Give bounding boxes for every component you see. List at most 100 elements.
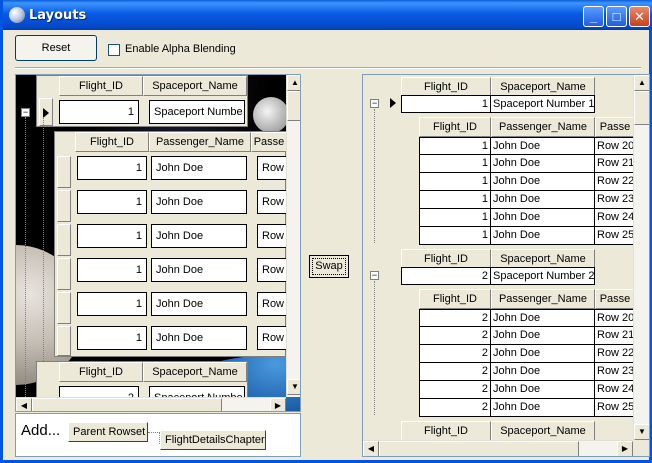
child-cell-flight-id[interactable]: 1 — [77, 326, 147, 350]
child-header-passenger-name[interactable]: Passenger_Name — [491, 289, 595, 309]
collapse-icon[interactable]: − — [370, 99, 379, 108]
child-cell-passenger-row[interactable]: Row 25 — [595, 399, 635, 417]
scroll-up-icon[interactable]: ▲ — [634, 75, 649, 91]
child-cell-passenger-name[interactable]: John Doe — [491, 309, 595, 327]
child-cell-passenger-name[interactable]: John Doe — [491, 363, 595, 381]
child-row-selector[interactable] — [57, 156, 71, 188]
header-spaceport-name[interactable]: Spaceport_Name — [491, 77, 595, 97]
child-cell-passenger-row[interactable]: Row — [257, 190, 287, 214]
scroll-thumb[interactable] — [634, 91, 649, 125]
title-bar[interactable]: Layouts _ □ ✕ — [3, 0, 652, 30]
child-header-passenger-row[interactable]: Passe — [595, 117, 635, 137]
child-header-flight-id[interactable]: Flight_ID — [419, 289, 491, 309]
child-cell-passenger-row[interactable]: Row 20 — [595, 309, 635, 327]
child-row-selector[interactable] — [57, 190, 71, 222]
header-flight-id[interactable]: Flight_ID — [401, 249, 491, 269]
alpha-blending-checkbox[interactable] — [108, 44, 120, 56]
scroll-left-icon[interactable]: ◀ — [16, 398, 32, 411]
child-cell-flight-id[interactable]: 1 — [419, 155, 491, 173]
child-cell-passenger-name[interactable]: John Doe — [151, 292, 247, 316]
reset-button[interactable]: Reset — [15, 35, 97, 61]
scroll-down-icon[interactable]: ▼ — [287, 379, 300, 395]
child-row-selector[interactable] — [57, 326, 71, 356]
child-cell-flight-id[interactable]: 2 — [419, 345, 491, 363]
header-flight-id[interactable]: Flight_ID — [59, 362, 143, 382]
child-cell-passenger-row[interactable]: Row 20 — [595, 137, 635, 155]
minimize-button[interactable]: _ — [583, 6, 604, 27]
scroll-thumb[interactable] — [379, 441, 579, 456]
child-cell-passenger-row[interactable]: Row 24 — [595, 209, 635, 227]
child-cell-passenger-name[interactable]: John Doe — [491, 209, 595, 227]
header-spaceport-name[interactable]: Spaceport_Name — [491, 421, 595, 441]
child-cell-passenger-row[interactable]: Row — [257, 292, 287, 316]
cell-flight-id[interactable]: 2 — [401, 267, 491, 285]
vertical-scrollbar[interactable]: ▲ ▼ — [286, 75, 300, 397]
child-header-passenger-name[interactable]: Passenger_Name — [149, 132, 251, 152]
child-cell-passenger-row[interactable]: Row 25 — [595, 227, 635, 245]
child-header-flight-id[interactable]: Flight_ID — [75, 132, 149, 152]
child-cell-passenger-name[interactable]: John Doe — [491, 173, 595, 191]
child-cell-passenger-row[interactable]: Row 22 — [595, 173, 635, 191]
child-cell-passenger-name[interactable]: John Doe — [491, 327, 595, 345]
child-cell-passenger-row[interactable]: Row 23 — [595, 191, 635, 209]
child-cell-flight-id[interactable]: 1 — [77, 224, 147, 248]
child-header-passenger-name[interactable]: Passenger_Name — [491, 117, 595, 137]
child-cell-passenger-row[interactable]: Row 21 — [595, 155, 635, 173]
scroll-left-icon[interactable]: ◀ — [363, 441, 379, 456]
scroll-up-icon[interactable]: ▲ — [287, 75, 300, 91]
child-cell-passenger-row[interactable]: Row — [257, 326, 287, 350]
child-cell-passenger-row[interactable]: Row — [257, 156, 287, 180]
child-cell-flight-id[interactable]: 2 — [419, 327, 491, 345]
child-cell-flight-id[interactable]: 2 — [419, 309, 491, 327]
child-cell-passenger-name[interactable]: John Doe — [491, 137, 595, 155]
child-row-selector[interactable] — [57, 258, 71, 290]
child-cell-passenger-name[interactable]: John Doe — [491, 345, 595, 363]
child-cell-flight-id[interactable]: 2 — [419, 381, 491, 399]
child-cell-passenger-row[interactable]: Row — [257, 258, 287, 282]
scroll-right-icon[interactable]: ▶ — [617, 441, 633, 456]
child-cell-passenger-row[interactable]: Row 23 — [595, 363, 635, 381]
header-flight-id[interactable]: Flight_ID — [59, 76, 143, 96]
header-flight-id[interactable]: Flight_ID — [401, 77, 491, 97]
cell-spaceport-name[interactable]: Spaceport Number 2 — [491, 267, 595, 285]
scroll-thumb[interactable] — [32, 398, 222, 411]
child-cell-passenger-name[interactable]: John Doe — [491, 155, 595, 173]
header-spaceport-name[interactable]: Spaceport_Name — [143, 76, 247, 96]
child-cell-passenger-name[interactable]: John Doe — [491, 381, 595, 399]
maximize-button[interactable]: □ — [606, 6, 627, 27]
scroll-right-icon[interactable]: ▶ — [270, 398, 286, 411]
child-cell-flight-id[interactable]: 1 — [77, 258, 147, 282]
right-grid-pane[interactable]: Flight_ID Spaceport_Name − 1 Spaceport N… — [362, 74, 650, 457]
child-cell-passenger-name[interactable]: John Doe — [151, 156, 247, 180]
child-row-selector[interactable] — [57, 224, 71, 256]
scroll-thumb[interactable] — [287, 91, 300, 121]
child-cell-passenger-row[interactable]: Row 24 — [595, 381, 635, 399]
horizontal-scrollbar[interactable]: ◀ ▶ — [363, 440, 633, 456]
child-cell-flight-id[interactable]: 1 — [419, 227, 491, 245]
header-spaceport-name[interactable]: Spaceport_Name — [143, 362, 247, 382]
child-cell-passenger-row[interactable]: Row 21 — [595, 327, 635, 345]
horizontal-scrollbar[interactable]: ◀ ▶ — [16, 397, 286, 411]
scroll-down-icon[interactable]: ▼ — [634, 424, 649, 440]
child-cell-flight-id[interactable]: 1 — [419, 137, 491, 155]
child-cell-flight-id[interactable]: 2 — [419, 399, 491, 417]
header-spaceport-name[interactable]: Spaceport_Name — [491, 249, 595, 269]
flight-details-chapter-button[interactable]: FlightDetailsChapter — [160, 430, 266, 450]
child-cell-passenger-row[interactable]: Row — [257, 224, 287, 248]
child-cell-flight-id[interactable]: 1 — [419, 191, 491, 209]
cell-spaceport-name[interactable]: Spaceport Numbe — [149, 100, 245, 124]
child-header-flight-id[interactable]: Flight_ID — [419, 117, 491, 137]
child-cell-passenger-row[interactable]: Row 22 — [595, 345, 635, 363]
child-cell-flight-id[interactable]: 1 — [77, 156, 147, 180]
child-cell-flight-id[interactable]: 1 — [419, 173, 491, 191]
child-row-selector[interactable] — [57, 292, 71, 324]
cell-spaceport-name[interactable]: Spaceport Number 1 — [491, 95, 595, 113]
child-cell-passenger-name[interactable]: John Doe — [491, 399, 595, 417]
child-cell-passenger-name[interactable]: John Doe — [491, 191, 595, 209]
left-grid-pane[interactable]: Flight_ID Spaceport_Name 1 Spaceport Num… — [15, 74, 301, 412]
cell-flight-id[interactable]: 1 — [401, 95, 491, 113]
close-button[interactable]: ✕ — [629, 6, 650, 27]
child-header-passenger-row[interactable]: Passe — [251, 132, 287, 152]
child-cell-flight-id[interactable]: 1 — [77, 292, 147, 316]
vertical-scrollbar[interactable]: ▲ ▼ — [633, 75, 649, 440]
